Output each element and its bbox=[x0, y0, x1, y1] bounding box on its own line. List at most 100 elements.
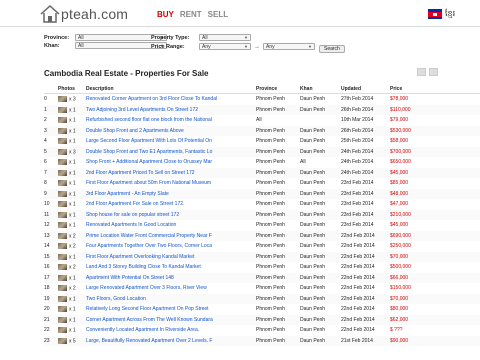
table-row[interactable]: 14 x 2 Four Apartments Together Over Two F… bbox=[44, 241, 480, 252]
col-price[interactable]: Price bbox=[390, 84, 480, 94]
table-row[interactable]: 10 x 1 2nd Floor Apartment For Sale on Str… bbox=[44, 199, 480, 210]
row-photos[interactable]: x 1 bbox=[58, 136, 86, 147]
row-photos[interactable]: x 1 bbox=[58, 209, 86, 220]
row-description-link[interactable]: Large Renovated Apartment Over 3 Floors,… bbox=[86, 283, 256, 294]
row-description-link[interactable]: Two Adjoining 3rd Level Apartments On St… bbox=[86, 104, 256, 115]
table-row[interactable]: 8 x 1 First Floor Apartment about 50m From… bbox=[44, 178, 480, 189]
table-row[interactable]: 1 x 1 Two Adjoining 3rd Level Apartments O… bbox=[44, 104, 480, 115]
row-description-link[interactable]: First Floor Apartment Overlooking Kandal… bbox=[86, 251, 256, 262]
row-photos[interactable]: x 2 bbox=[58, 283, 86, 294]
language-switch[interactable]: ខ្មែរ bbox=[428, 8, 455, 20]
row-description-link[interactable]: Shop house for sale on popular street 17… bbox=[86, 209, 256, 220]
row-photos[interactable]: x 1 bbox=[58, 188, 86, 199]
row-description-link[interactable]: 3rd Floor Apartment - An Empty Slate bbox=[86, 188, 256, 199]
row-description-link[interactable]: 2nd Floor Apartment Priced To Sell on St… bbox=[86, 167, 256, 178]
table-row[interactable]: 6 x 1 Shop Front + Additional Apartment Cl… bbox=[44, 157, 480, 168]
table-row[interactable]: 18 x 2 Large Renovated Apartment Over 3 Fl… bbox=[44, 283, 480, 294]
row-description-link[interactable]: Prime Location Water Front Commercial Pr… bbox=[86, 230, 256, 241]
col-province[interactable]: Province bbox=[256, 84, 300, 94]
photo-thumbnail[interactable] bbox=[58, 159, 67, 166]
row-photos[interactable]: x 1 bbox=[58, 115, 86, 126]
photo-thumbnail[interactable] bbox=[58, 211, 67, 218]
nav-sell[interactable]: SELL bbox=[208, 10, 228, 19]
col-description[interactable]: Description bbox=[86, 84, 256, 94]
table-row[interactable]: 12 x 1 Renovated Apartments In Good Locati… bbox=[44, 220, 480, 231]
photo-thumbnail[interactable] bbox=[58, 180, 67, 187]
photo-thumbnail[interactable] bbox=[58, 117, 67, 124]
row-description-link[interactable]: Corner Apartment Across From The Well Kn… bbox=[86, 314, 256, 325]
col-updated[interactable]: Updated bbox=[341, 84, 390, 94]
table-row[interactable]: 0 x 3 Renovated Corner Apartment on 3rd Fl… bbox=[44, 94, 480, 105]
table-row[interactable]: 4 x 1 Large Second Floor Apartment With Lo… bbox=[44, 136, 480, 147]
row-description-link[interactable]: Apartment With Potential On Street 148 bbox=[86, 272, 256, 283]
photo-thumbnail[interactable] bbox=[58, 148, 67, 155]
row-photos[interactable]: x 1 bbox=[58, 178, 86, 189]
row-description-link[interactable]: Shop Front + Additional Apartment Close … bbox=[86, 157, 256, 168]
row-description-link[interactable]: Large Second Floor Apartment With Lots O… bbox=[86, 136, 256, 147]
table-row[interactable]: 20 x 1 Relatively Long Second Floor Apartm… bbox=[44, 304, 480, 315]
row-description-link[interactable]: Double Shop Front and 2 Apartments Above bbox=[86, 125, 256, 136]
nav-buy[interactable]: BUY bbox=[157, 10, 174, 19]
row-photos[interactable]: x 2 bbox=[58, 262, 86, 273]
photo-thumbnail[interactable] bbox=[58, 306, 67, 313]
col-khan[interactable]: Khan bbox=[300, 84, 341, 94]
row-photos[interactable]: x 5 bbox=[58, 335, 86, 346]
row-photos[interactable]: x 1 bbox=[58, 157, 86, 168]
row-photos[interactable]: x 3 bbox=[58, 146, 86, 157]
row-description-link[interactable]: Renovated Corner Apartment on 3rd Floor … bbox=[86, 94, 256, 105]
photo-thumbnail[interactable] bbox=[58, 201, 67, 208]
table-row[interactable]: 16 x 2 Land And 3 Storey Building Close To… bbox=[44, 262, 480, 273]
row-description-link[interactable]: First Floor Apartment about 50m From Nat… bbox=[86, 178, 256, 189]
row-photos[interactable]: x 1 bbox=[58, 304, 86, 315]
row-photos[interactable]: x 1 bbox=[58, 251, 86, 262]
photo-thumbnail[interactable] bbox=[58, 337, 67, 344]
photo-thumbnail[interactable] bbox=[58, 285, 67, 292]
row-description-link[interactable]: Four Apartments Together Over Two Floors… bbox=[86, 241, 256, 252]
row-photos[interactable]: x 3 bbox=[58, 94, 86, 105]
photo-thumbnail[interactable] bbox=[58, 190, 67, 197]
row-description-link[interactable]: Refurbished second floor flat one block … bbox=[86, 115, 256, 126]
row-description-link[interactable]: Conveniently Located Apartment In Rivers… bbox=[86, 325, 256, 336]
table-row[interactable]: 7 x 1 2nd Floor Apartment Priced To Sell o… bbox=[44, 167, 480, 178]
photo-thumbnail[interactable] bbox=[58, 232, 67, 239]
price-to-select[interactable]: Any ▼ bbox=[263, 43, 315, 50]
table-row[interactable]: 22 x 1 Conveniently Located Apartment In R… bbox=[44, 325, 480, 336]
row-description-link[interactable]: Land And 3 Storey Building Close To Kand… bbox=[86, 262, 256, 273]
table-row[interactable]: 23 x 5 Large, Beautifully Renovated Apartm… bbox=[44, 335, 480, 346]
photo-thumbnail[interactable] bbox=[58, 253, 67, 260]
grid-view-icon[interactable] bbox=[429, 68, 438, 76]
row-photos[interactable]: x 1 bbox=[58, 104, 86, 115]
row-photos[interactable]: x 1 bbox=[58, 325, 86, 336]
property-type-select[interactable]: All ▼ bbox=[199, 34, 251, 41]
photo-thumbnail[interactable] bbox=[58, 274, 67, 281]
row-description-link[interactable]: Double Shop Front and Two E1 Apartments,… bbox=[86, 146, 256, 157]
table-row[interactable]: 3 x 1 Double Shop Front and 2 Apartments A… bbox=[44, 125, 480, 136]
row-photos[interactable]: x 1 bbox=[58, 125, 86, 136]
photo-thumbnail[interactable] bbox=[58, 295, 67, 302]
photo-thumbnail[interactable] bbox=[58, 169, 67, 176]
row-description-link[interactable]: Two Floors, Good Location bbox=[86, 293, 256, 304]
row-photos[interactable]: x 1 bbox=[58, 314, 86, 325]
photo-thumbnail[interactable] bbox=[58, 316, 67, 323]
photo-thumbnail[interactable] bbox=[58, 264, 67, 271]
row-description-link[interactable]: Relatively Long Second Floor Apartment O… bbox=[86, 304, 256, 315]
photo-thumbnail[interactable] bbox=[58, 243, 67, 250]
photo-thumbnail[interactable] bbox=[58, 96, 67, 103]
row-description-link[interactable]: 2nd Floor Apartment For Sale on Street 1… bbox=[86, 199, 256, 210]
row-photos[interactable]: x 1 bbox=[58, 272, 86, 283]
photo-thumbnail[interactable] bbox=[58, 127, 67, 134]
site-logo[interactable]: pteah.com bbox=[40, 4, 128, 24]
price-from-select[interactable]: Any ▼ bbox=[199, 43, 251, 50]
table-row[interactable]: 19 x 1 Two Floors, Good Location Phnom Penh… bbox=[44, 293, 480, 304]
row-photos[interactable]: x 1 bbox=[58, 167, 86, 178]
row-photos[interactable]: x 1 bbox=[58, 199, 86, 210]
row-photos[interactable]: x 2 bbox=[58, 241, 86, 252]
table-row[interactable]: 13 x 2 Prime Location Water Front Commerci… bbox=[44, 230, 480, 241]
table-row[interactable]: 2 x 1 Refurbished second floor flat one bl… bbox=[44, 115, 480, 126]
col-photos[interactable]: Photos bbox=[58, 84, 86, 94]
table-row[interactable]: 15 x 1 First Floor Apartment Overlooking K… bbox=[44, 251, 480, 262]
list-view-icon[interactable] bbox=[417, 68, 426, 76]
photo-thumbnail[interactable] bbox=[58, 222, 67, 229]
photo-thumbnail[interactable] bbox=[58, 327, 67, 334]
table-row[interactable]: 11 x 1 Shop house for sale on popular stre… bbox=[44, 209, 480, 220]
